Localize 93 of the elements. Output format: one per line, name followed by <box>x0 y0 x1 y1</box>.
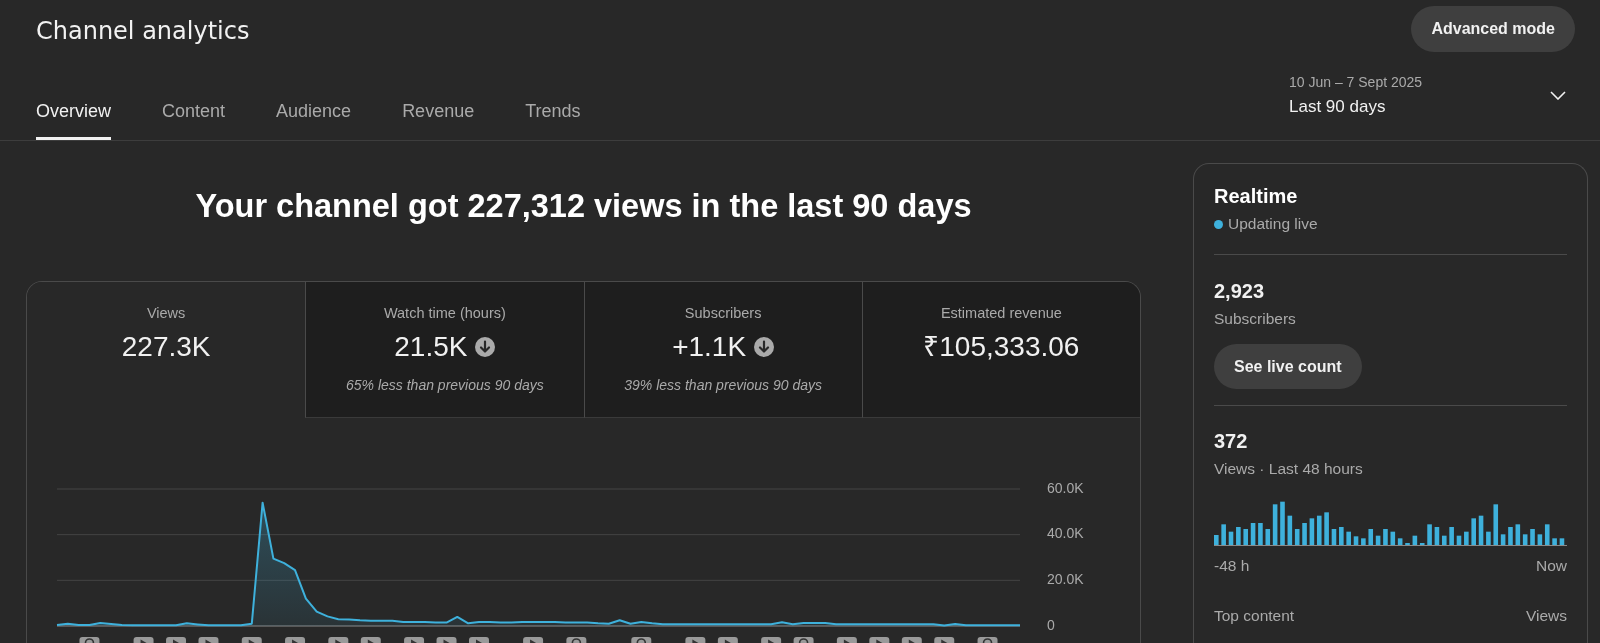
top-content-label: Top content <box>1214 606 1295 626</box>
view-bar <box>1258 523 1263 545</box>
view-bar <box>1552 538 1557 545</box>
view-bar <box>1434 527 1440 545</box>
status-text: Updating live <box>1228 214 1318 234</box>
axis-label: 60.0K <box>1047 479 1084 496</box>
play-marker-icon[interactable] <box>198 637 219 643</box>
view-bar <box>1530 529 1535 545</box>
view-bar <box>1442 535 1447 545</box>
tab[interactable]: Audience <box>276 100 352 140</box>
view-bar <box>1471 518 1476 545</box>
headline-text: Your channel got 227,312 views in the last 90 days <box>194 187 973 226</box>
metric-value: ₹105,333.06 <box>923 330 1080 364</box>
view-bar <box>1508 527 1513 545</box>
metric-value: 21.5K <box>394 330 468 364</box>
metric-tab[interactable]: Subscribers +1.1K 39% less than previous 90 days <box>583 282 862 418</box>
view-bar <box>1346 531 1351 545</box>
metric-tab[interactable]: Watch time (hours) 21.5K 65% less than previous 90 days <box>305 282 584 418</box>
view-bar <box>1383 529 1388 545</box>
play-marker-icon[interactable] <box>717 637 738 643</box>
view-bar <box>1339 527 1344 545</box>
play-marker-icon[interactable] <box>934 637 955 643</box>
metric-label: Estimated revenue <box>940 304 1062 323</box>
play-marker-icon[interactable] <box>901 637 922 643</box>
view-bar <box>1361 538 1366 545</box>
tab[interactable]: Revenue <box>402 100 475 140</box>
view-bar <box>1559 538 1565 545</box>
view-bar <box>1331 529 1337 545</box>
realtime-title: Realtime <box>1214 184 1299 208</box>
axis-label: 20.0K <box>1047 571 1084 588</box>
view-bar <box>1280 501 1285 545</box>
play-marker-icon[interactable] <box>166 637 186 643</box>
play-marker-icon[interactable] <box>523 637 544 643</box>
comparison-text: 39% less than previous 90 days <box>624 376 822 395</box>
play-marker-icon[interactable] <box>285 637 306 643</box>
play-marker-icon[interactable] <box>869 637 890 643</box>
status-dot-icon <box>1214 219 1223 229</box>
view-bar <box>1250 523 1256 545</box>
date-range-text: 10 Jun – 7 Sept 2025 <box>1289 73 1424 91</box>
round-marker-icon[interactable] <box>79 637 100 643</box>
play-marker-icon[interactable] <box>436 637 457 643</box>
play-marker-icon[interactable] <box>761 637 782 643</box>
axis-label: -48 h <box>1214 556 1250 576</box>
view-bar <box>1353 536 1359 545</box>
metric-tab[interactable]: Estimated revenue ₹105,333.06 <box>861 282 1140 418</box>
play-marker-icon[interactable] <box>685 637 706 643</box>
views-label: Views · Last 48 hours <box>1214 459 1364 479</box>
view-bar <box>1243 529 1248 545</box>
view-bar <box>1228 531 1234 545</box>
metric-label: Watch time (hours) <box>383 304 506 323</box>
round-marker-icon[interactable] <box>631 637 652 643</box>
play-marker-icon[interactable] <box>133 637 154 643</box>
see-live-count-button[interactable]: See live count <box>1214 344 1362 389</box>
view-bar <box>1449 527 1454 545</box>
tab[interactable]: Trends <box>525 100 581 140</box>
column-header: Views <box>1525 606 1567 626</box>
date-preset-text: Last 90 days <box>1289 96 1387 118</box>
metric-value: 227.3K <box>121 330 211 364</box>
play-marker-icon[interactable] <box>328 637 349 643</box>
page-title: Channel analytics <box>36 16 250 46</box>
tab[interactable]: Content <box>162 100 226 140</box>
chevron-down-icon[interactable] <box>1550 91 1566 100</box>
axis-label: 40.0K <box>1047 525 1084 542</box>
view-bar <box>1456 535 1462 545</box>
view-bar <box>1221 524 1226 545</box>
view-bar <box>1324 512 1329 545</box>
round-marker-icon[interactable] <box>566 637 587 643</box>
play-marker-icon[interactable] <box>360 637 381 643</box>
play-marker-icon[interactable] <box>241 637 262 643</box>
metric-value: +1.1K <box>672 330 747 364</box>
advanced-mode-button[interactable]: Advanced mode <box>1411 6 1575 52</box>
views-count: 372 <box>1214 429 1249 453</box>
subscribers-label: Subscribers <box>1214 309 1297 329</box>
date-range-dropdown[interactable]: 10 Jun – 7 Sept 2025 Last 90 days <box>1289 73 1566 118</box>
play-marker-icon[interactable] <box>404 637 425 643</box>
view-bar <box>1464 531 1469 545</box>
view-bar <box>1478 515 1484 545</box>
view-bar <box>1427 524 1432 545</box>
subscriber-count: 2,923 <box>1214 279 1266 303</box>
round-marker-icon[interactable] <box>793 637 814 643</box>
comparison-text: 65% less than previous 90 days <box>346 376 544 395</box>
round-marker-icon[interactable] <box>977 637 998 643</box>
axis-label: Now <box>1536 556 1567 576</box>
metric-label: Views <box>146 304 186 323</box>
axis-label: 0 <box>1047 616 1055 633</box>
view-bar <box>1236 527 1241 545</box>
view-bar <box>1302 523 1307 545</box>
view-bar <box>1214 535 1219 545</box>
tab[interactable]: Overview <box>36 100 111 140</box>
play-marker-icon[interactable] <box>836 637 857 643</box>
play-marker-icon[interactable] <box>469 637 489 643</box>
view-bar <box>1486 531 1491 545</box>
metric-label: Subscribers <box>684 304 762 323</box>
